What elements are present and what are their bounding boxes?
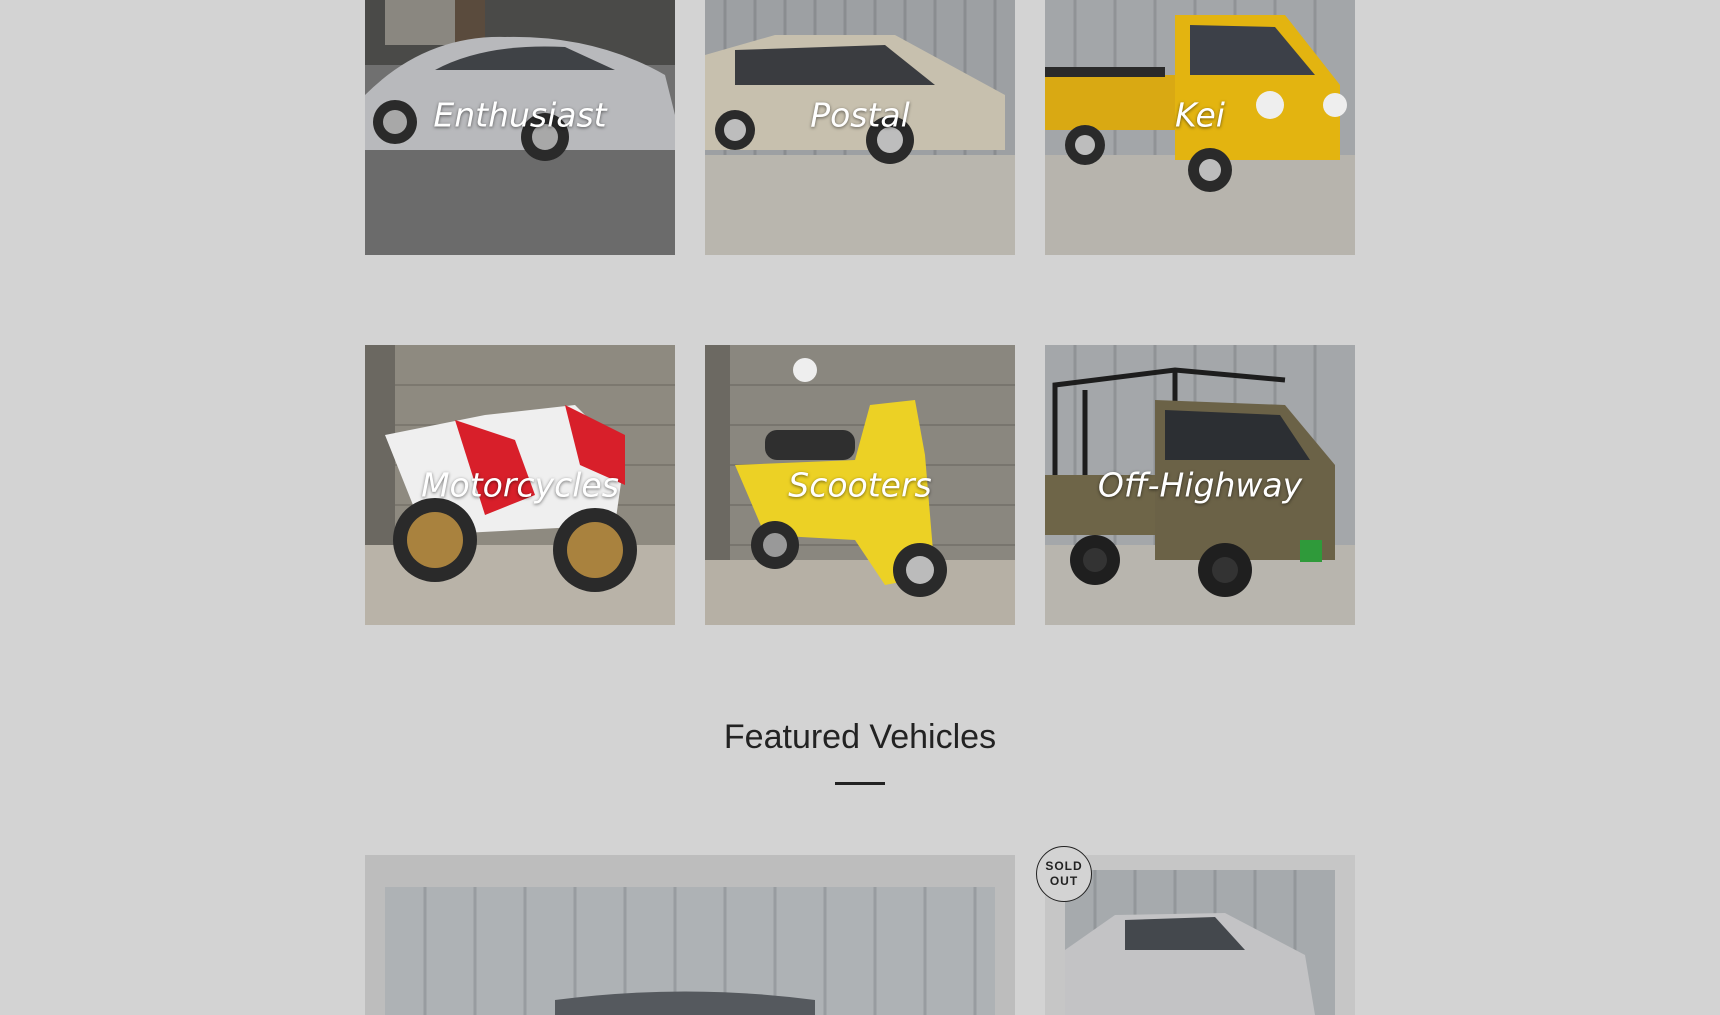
featured-vehicles-heading: Featured Vehicles — [723, 718, 997, 756]
category-label: Kei — [1175, 95, 1225, 135]
sold-out-line-2: OUT — [1049, 874, 1079, 888]
category-tile-off-highway[interactable]: Off-Highway — [1045, 345, 1355, 625]
heading-divider — [835, 782, 885, 785]
sold-out-badge: SOLD OUT — [1036, 846, 1092, 902]
category-label: Motorcycles — [421, 465, 619, 505]
category-label: Off-Highway — [1097, 465, 1303, 505]
category-label: Enthusiast — [433, 95, 607, 135]
featured-vehicle-card[interactable] — [365, 855, 1015, 1015]
category-tile-postal[interactable]: Postal — [705, 0, 1015, 255]
category-tile-kei[interactable]: Kei — [1045, 0, 1355, 255]
category-label: Postal — [810, 95, 910, 135]
category-label: Scooters — [788, 465, 932, 505]
category-tile-enthusiast[interactable]: Enthusiast — [365, 0, 675, 255]
category-tile-scooters[interactable]: Scooters — [705, 345, 1015, 625]
sold-out-line-1: SOLD — [1045, 859, 1083, 873]
featured-vehicle-photo — [385, 887, 995, 1015]
category-tile-motorcycles[interactable]: Motorcycles — [365, 345, 675, 625]
